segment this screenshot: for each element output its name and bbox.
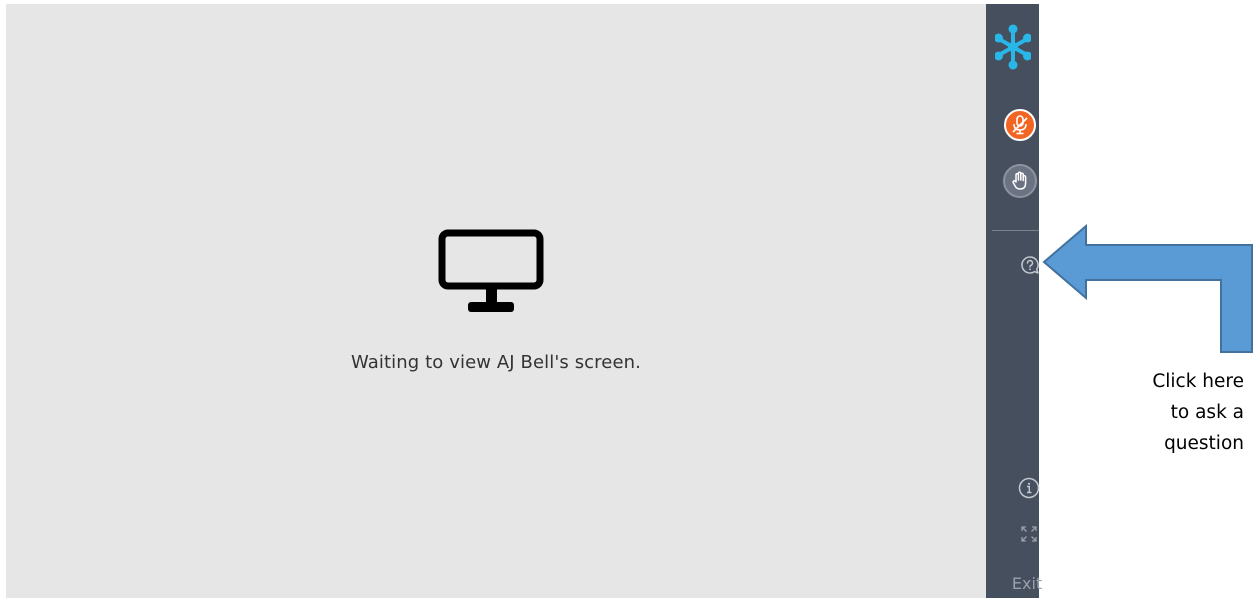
webinar-screen: Waiting to view AJ Bell's screen. Exit C… — [0, 0, 1258, 598]
callout-arrow — [1042, 223, 1253, 353]
callout-text: Click here to ask a question — [1108, 366, 1244, 459]
callout-line-3: question — [1164, 433, 1244, 454]
callout-line-2: to ask a — [1170, 402, 1244, 423]
callout-line-1: Click here — [1152, 371, 1244, 392]
